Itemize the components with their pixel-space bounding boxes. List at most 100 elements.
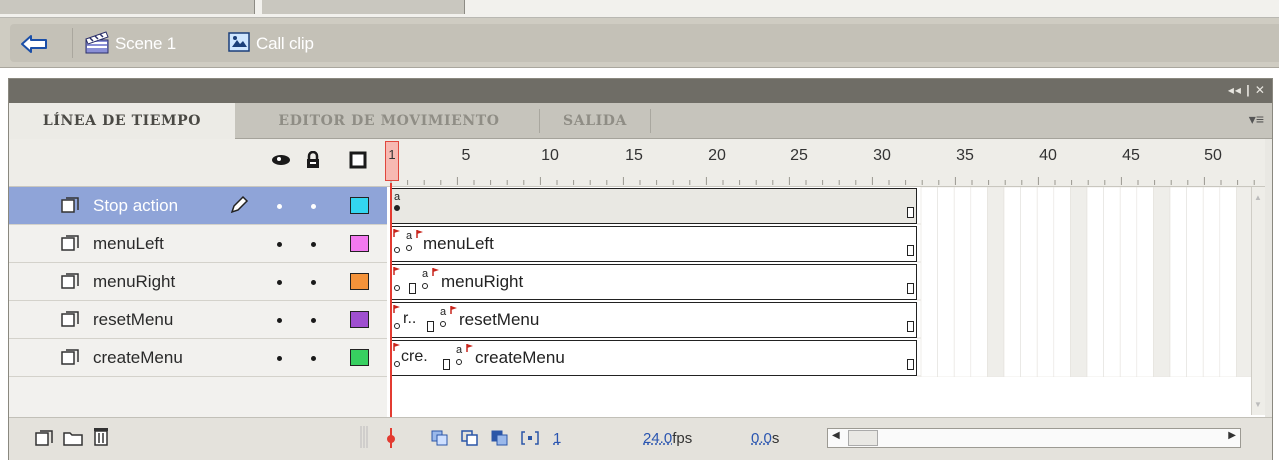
tab-motion-editor[interactable]: EDITOR DE MOVIMIENTO [239,103,539,139]
ruler-label: 25 [790,147,808,164]
layer-icon [61,273,79,289]
layer-row-stop-action[interactable]: Stop action [9,187,387,225]
layer-color-swatch[interactable] [350,235,369,252]
label-flag-icon [393,343,400,351]
layer-color-swatch[interactable] [350,311,369,328]
playhead[interactable]: 1 [385,141,399,181]
current-frame-readout[interactable]: 1 [553,430,561,447]
document-tab[interactable] [262,0,465,14]
current-frame-value[interactable]: 1 [553,430,561,447]
keyframe-marker[interactable] [394,285,400,291]
onion-outlines-icon[interactable] [461,430,479,446]
back-arrow-icon[interactable] [20,34,50,54]
visibility-dot[interactable] [277,204,282,209]
panel-window-controls[interactable]: ◂◂ | ✕ [1228,83,1266,97]
scroll-thumb[interactable] [848,430,878,446]
frame-row[interactable]: a menuRight [387,263,917,301]
scene-crumb[interactable]: Scene 1 [115,34,176,54]
end-frame-marker [907,207,914,218]
keyframe-marker[interactable] [422,283,428,289]
layer-row-menuleft[interactable]: menuLeft [9,225,387,263]
frame-label: menuLeft [423,234,494,253]
vertical-scrollbar[interactable]: ▲ ▼ [1251,187,1265,415]
keyframe-marker[interactable] [394,205,400,211]
frame-row[interactable]: cre. a createMenu [387,339,917,377]
eye-icon[interactable] [271,153,291,167]
lock-dot[interactable] [311,204,316,209]
keyframe-marker[interactable] [394,323,400,329]
lock-dot[interactable] [311,242,316,247]
lock-icon[interactable] [305,151,321,169]
visibility-dot[interactable] [277,242,282,247]
grid-frame-cell [1070,187,1088,377]
onion-skin-icon[interactable] [431,430,449,446]
outline-icon[interactable] [349,151,367,169]
layer-row-resetmenu[interactable]: resetMenu [9,301,387,339]
end-frame-marker [907,359,914,370]
grid-frame-cell [1202,187,1221,377]
layer-row-createmenu[interactable]: createMenu [9,339,387,377]
tab-output[interactable]: SALIDA [540,103,650,139]
fps-value[interactable]: 24.0 [643,430,672,447]
trash-icon[interactable] [93,426,109,446]
layer-color-swatch[interactable] [350,273,369,290]
frame-label-truncated: r.. [403,310,417,327]
layer-row-menuright[interactable]: menuRight [9,263,387,301]
frame-label: resetMenu [459,310,540,329]
keyframe-marker[interactable] [456,359,462,365]
keyframe-marker[interactable] [406,245,412,251]
layer-name[interactable]: menuRight [93,272,175,292]
scroll-down-icon[interactable]: ▼ [1254,400,1262,409]
lock-dot[interactable] [311,318,316,323]
visibility-dot[interactable] [277,280,282,285]
keyframe-marker[interactable] [394,361,400,367]
clip-crumb[interactable]: Call clip [256,34,314,54]
time-value[interactable]: 0.0 [751,430,772,447]
document-tab[interactable] [0,0,255,14]
ruler-label: 5 [461,147,471,164]
label-flag-icon [393,305,400,313]
frame-row[interactable]: r.. a resetMenu [387,301,917,339]
layer-color-swatch[interactable] [350,197,369,214]
frame-rate-readout[interactable]: 24.0fps [643,430,692,447]
scroll-right-icon[interactable]: ▶ [1228,430,1236,441]
layer-name[interactable]: menuLeft [93,234,164,254]
grid-frame-cell [1169,187,1187,377]
keyframe-marker[interactable] [394,247,400,253]
keyframe-marker[interactable] [440,321,446,327]
frames-area[interactable]: a a menuLeft a menuRight r.. a resetMenu… [387,187,1265,417]
panel-menu-icon[interactable]: ▾≡ [1249,111,1264,128]
scroll-up-icon[interactable]: ▲ [1254,193,1262,202]
grid-frame-cell [1186,187,1204,377]
new-layer-icon[interactable] [35,430,53,446]
end-frame-marker [409,283,416,294]
timeline-body: 5 10 15 20 25 30 35 40 45 50 1 Stop acti… [9,139,1272,460]
frame-label: createMenu [475,348,565,367]
elapsed-time-readout[interactable]: 0.0s [751,430,779,447]
resize-handle-icon[interactable] [359,426,369,448]
new-folder-icon[interactable] [63,430,83,446]
layer-name[interactable]: Stop action [93,196,178,216]
center-frame-icon[interactable] [385,428,397,448]
layer-name[interactable]: resetMenu [93,310,173,330]
timeline-panel: ◂◂ | ✕ LÍNEA DE TIEMPO EDITOR DE MOVIMIE… [8,78,1273,460]
frame-row[interactable]: a [387,187,917,225]
layer-name[interactable]: createMenu [93,348,183,368]
visibility-dot[interactable] [277,356,282,361]
grid-frame-cell [1136,187,1154,377]
layer-color-swatch[interactable] [350,349,369,366]
fps-unit: fps [672,430,693,447]
frame-row[interactable]: a menuLeft [387,225,917,263]
visibility-dot[interactable] [277,318,282,323]
frame-span[interactable] [391,188,917,224]
lock-dot[interactable] [311,280,316,285]
modify-markers-icon[interactable] [521,430,539,446]
actionscript-marker: a [422,268,429,280]
edit-multiple-frames-icon[interactable] [491,430,509,446]
actionscript-marker: a [440,306,447,318]
frame-ruler[interactable]: 5 10 15 20 25 30 35 40 45 50 [387,139,1265,187]
lock-dot[interactable] [311,356,316,361]
scroll-left-icon[interactable]: ◀ [832,430,840,441]
tab-timeline[interactable]: LÍNEA DE TIEMPO [9,103,235,140]
horizontal-scrollbar[interactable]: ◀ ▶ [827,428,1241,448]
